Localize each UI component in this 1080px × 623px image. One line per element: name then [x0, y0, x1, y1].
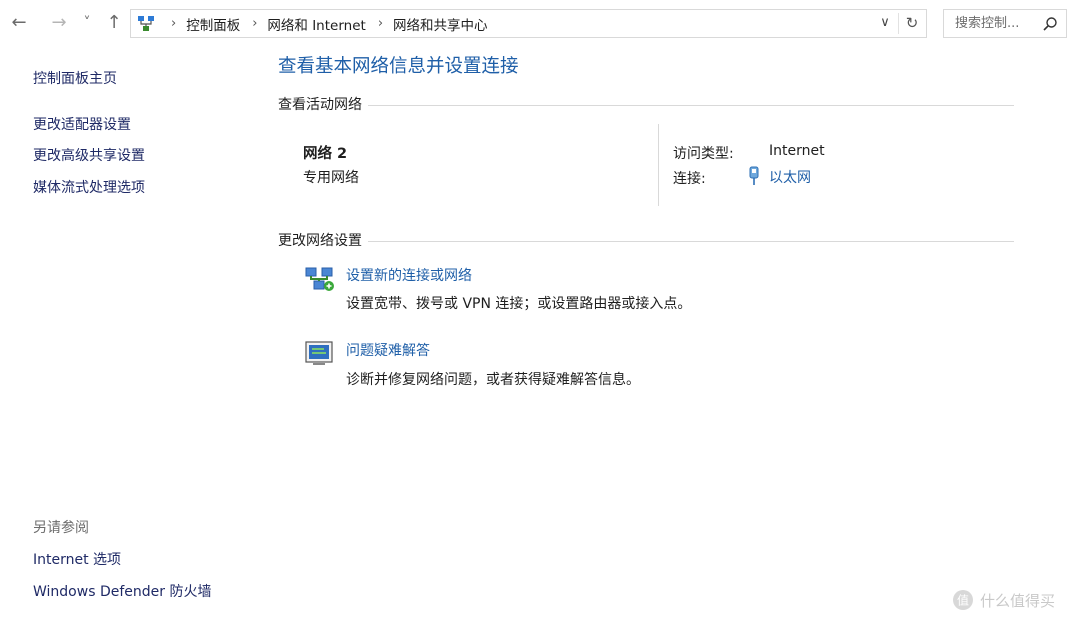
sidebar-item-defender-firewall[interactable]: Windows Defender 防火墙	[33, 581, 211, 601]
forward-arrow-icon[interactable]: →	[48, 11, 70, 35]
troubleshoot-link[interactable]: 问题疑难解答	[346, 340, 430, 360]
ethernet-connection-link[interactable]: 以太网	[769, 167, 811, 187]
svg-text:值: 值	[957, 593, 969, 608]
network-info-divider	[658, 124, 659, 206]
address-dropdown-icon[interactable]: ∨	[876, 14, 894, 32]
change-settings-header: 更改网络设置	[278, 230, 368, 250]
watermark-text: 什么值得买	[980, 591, 1056, 610]
section-divider	[278, 241, 1014, 242]
section-divider	[278, 105, 1014, 106]
page-title: 查看基本网络信息并设置连接	[278, 56, 519, 77]
search-box[interactable]	[943, 9, 1067, 38]
sidebar-item-media-streaming[interactable]: 媒体流式处理选项	[33, 177, 145, 197]
setup-new-connection-link[interactable]: 设置新的连接或网络	[346, 265, 472, 285]
sidebar-item-control-panel-home[interactable]: 控制面板主页	[33, 68, 117, 88]
troubleshoot-icon	[305, 341, 333, 365]
access-type-value: Internet	[769, 143, 825, 159]
troubleshoot-description: 诊断并修复网络问题，或者获得疑难解答信息。	[346, 372, 640, 388]
new-connection-icon	[305, 267, 334, 291]
breadcrumb-network-sharing-center[interactable]: 网络和共享中心	[393, 14, 488, 34]
up-arrow-icon[interactable]: ↑	[103, 11, 125, 35]
breadcrumb-separator-icon: ›	[252, 16, 258, 31]
change-settings-section-header: 更改网络设置	[278, 230, 1014, 250]
address-divider	[898, 13, 899, 34]
breadcrumb-separator-icon: ›	[377, 16, 384, 31]
breadcrumb: › 控制面板 › 网络和 Internet › 网络和共享中心	[159, 10, 488, 37]
watermark: 值 什么值得买	[952, 588, 1055, 612]
active-networks-section-header: 查看活动网络	[278, 94, 1014, 114]
access-type-label: 访问类型:	[673, 146, 734, 162]
search-icon[interactable]	[1042, 16, 1058, 32]
ethernet-icon	[749, 166, 759, 185]
active-networks-header: 查看活动网络	[278, 94, 368, 114]
breadcrumb-control-panel[interactable]: 控制面板	[186, 14, 240, 34]
back-arrow-icon[interactable]: ←	[8, 11, 30, 35]
see-also-header: 另请参阅	[33, 520, 89, 536]
breadcrumb-separator-icon: ›	[171, 16, 177, 31]
sidebar-item-change-advanced-sharing[interactable]: 更改高级共享设置	[33, 145, 145, 165]
network-type: 专用网络	[303, 170, 359, 186]
sidebar-item-change-adapter-settings[interactable]: 更改适配器设置	[33, 114, 131, 134]
breadcrumb-network-internet[interactable]: 网络和 Internet	[267, 14, 365, 34]
recent-locations-chevron-icon[interactable]: ˅	[80, 11, 94, 35]
setup-new-connection-description: 设置宽带、拨号或 VPN 连接；或设置路由器或接入点。	[346, 296, 692, 312]
network-name: 网络 2	[303, 146, 348, 162]
refresh-icon[interactable]: ↻	[902, 13, 922, 33]
sidebar-item-internet-options[interactable]: Internet 选项	[33, 549, 121, 569]
watermark-logo-icon: 值	[953, 590, 973, 610]
address-bar-region: ← → ˅ ↑ › 控制面板 › 网络和 Internet › 网络和共享中心 …	[0, 0, 1080, 48]
connections-label: 连接:	[673, 171, 706, 187]
network-location-icon	[138, 16, 154, 31]
address-box[interactable]: › 控制面板 › 网络和 Internet › 网络和共享中心 ∨ ↻	[130, 9, 927, 38]
search-input[interactable]	[944, 10, 1051, 37]
